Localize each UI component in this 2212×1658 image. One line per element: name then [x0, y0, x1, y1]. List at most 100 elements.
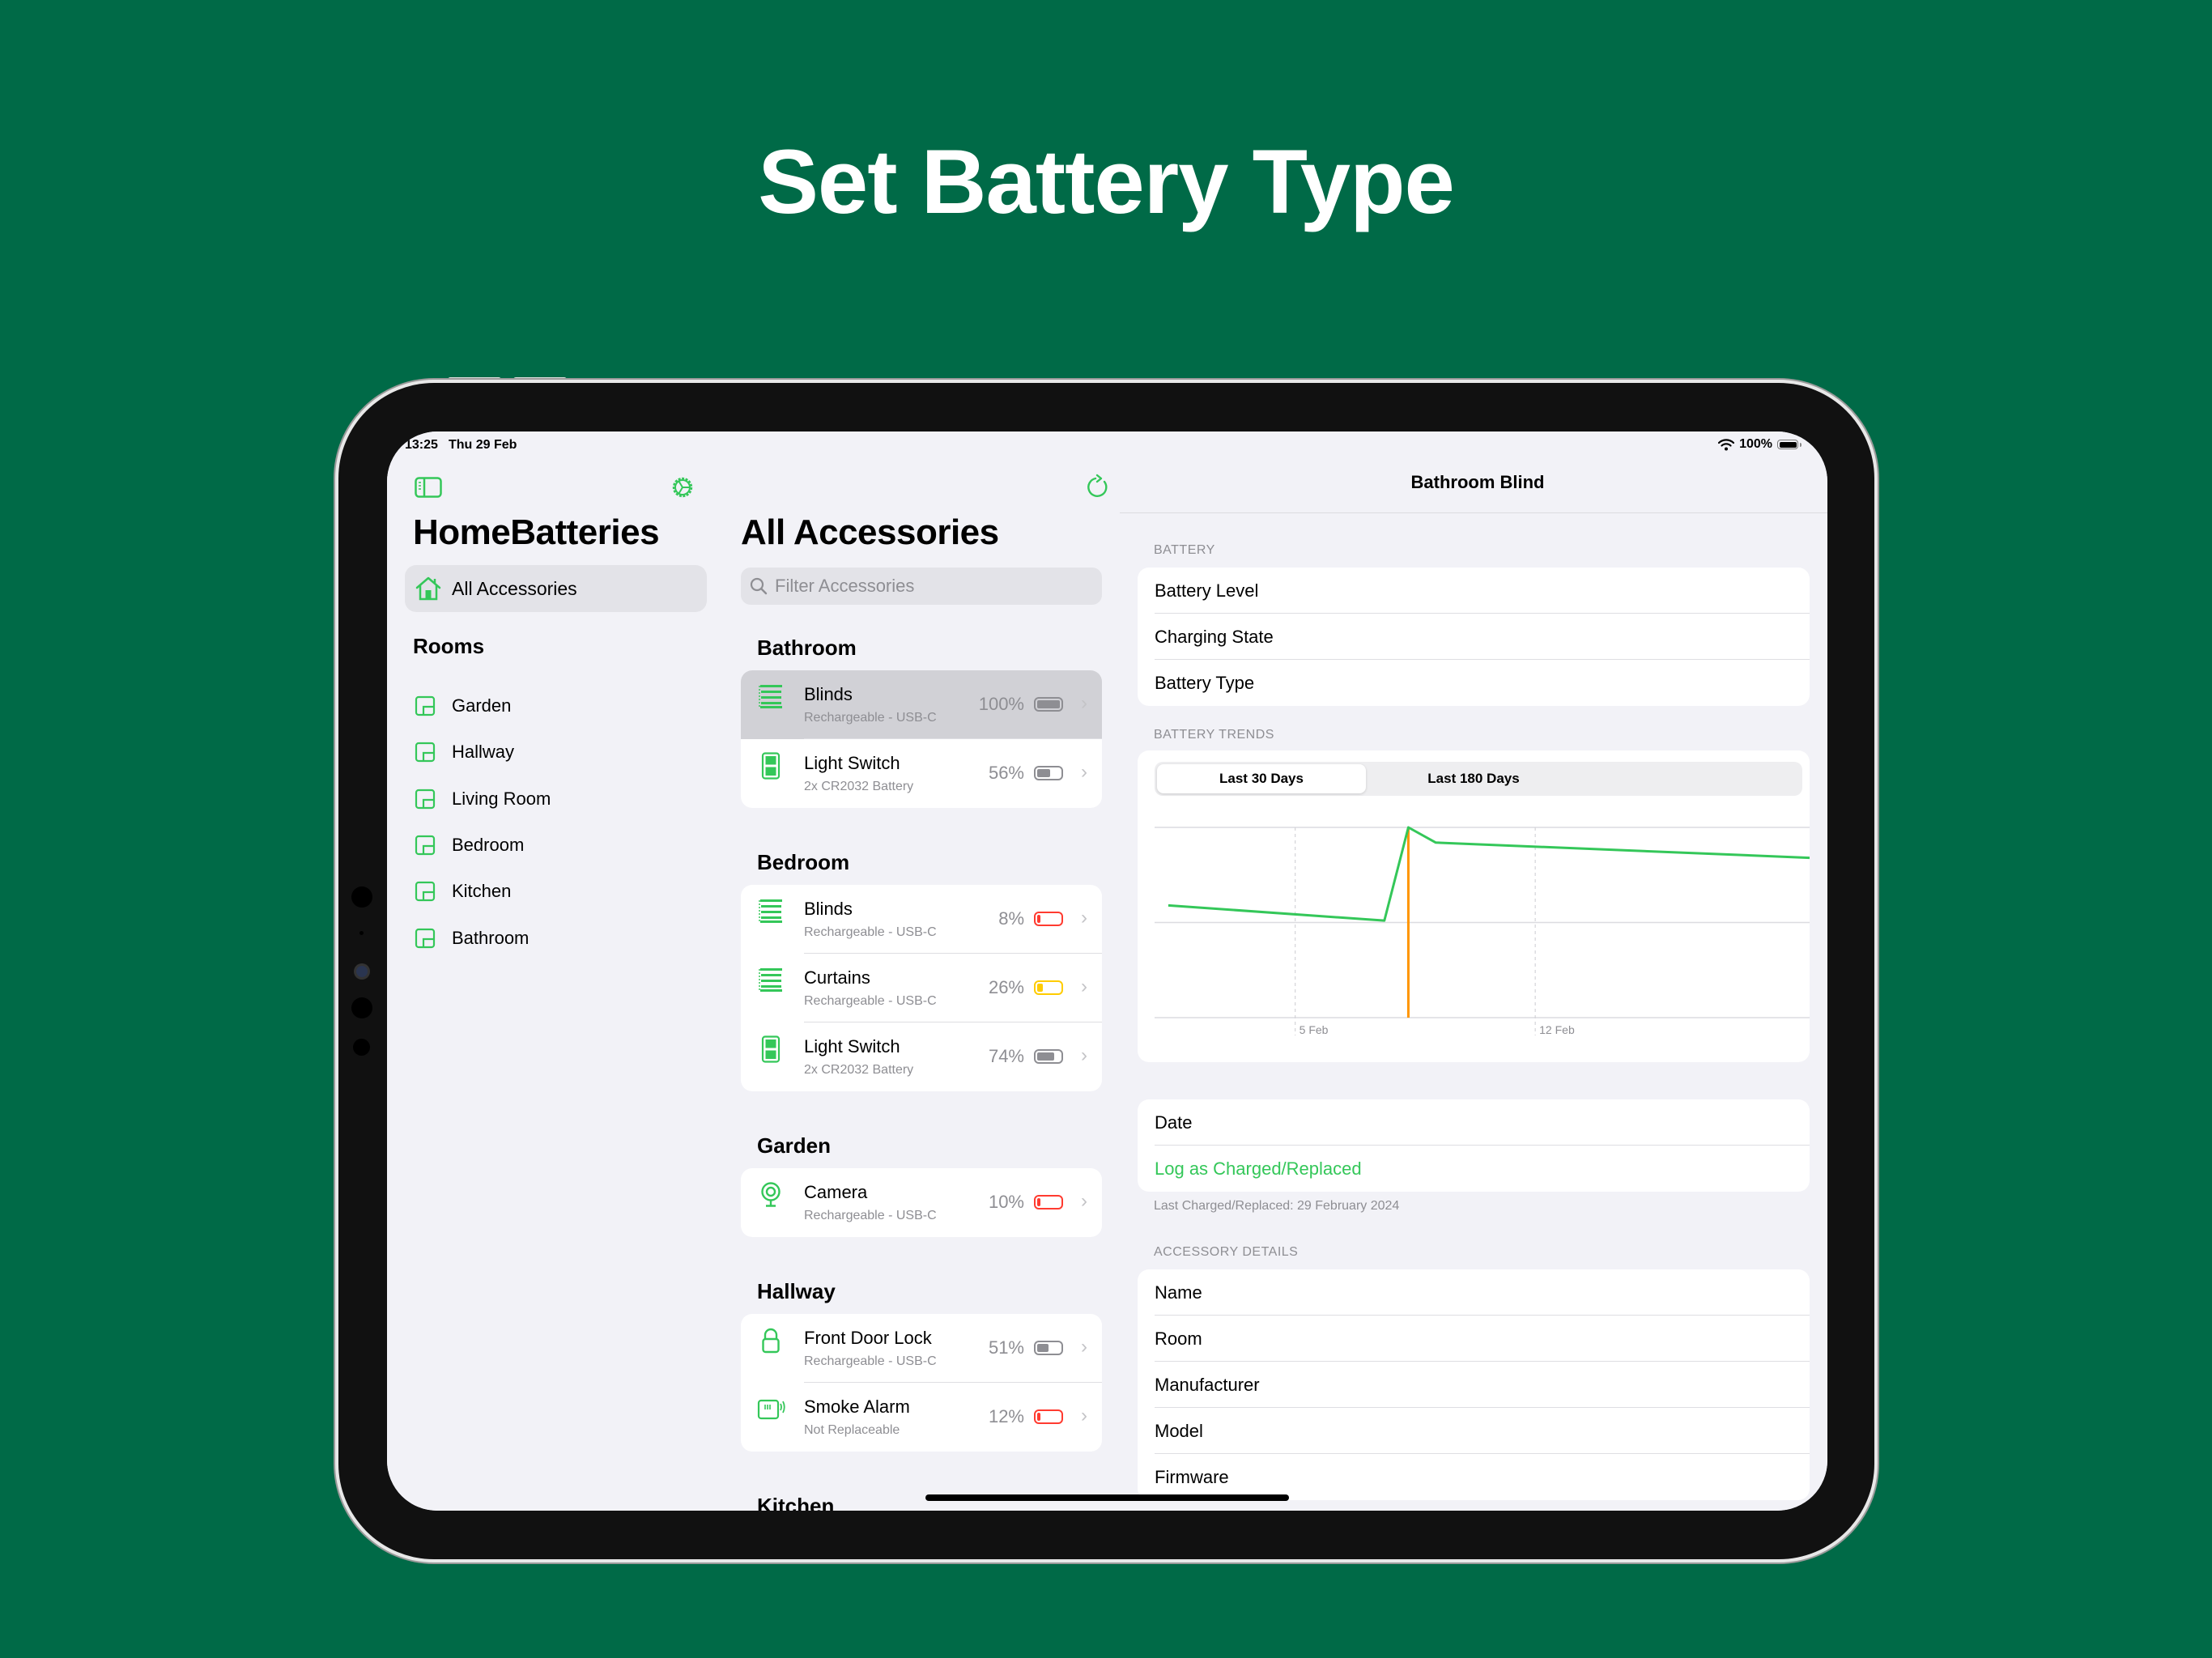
- blinds-icon: [757, 898, 785, 925]
- accessory-battery-type: 2x CR2032 Battery: [804, 1063, 914, 1077]
- sidebar-item-all-accessories[interactable]: All Accessories: [405, 565, 707, 612]
- nav-divider: [1120, 512, 1827, 513]
- sidebar-item-bedroom[interactable]: Bedroom: [415, 829, 524, 861]
- sidebar-item-kitchen[interactable]: Kitchen: [415, 875, 511, 908]
- battery-type-row[interactable]: Battery Type: [1138, 660, 1810, 706]
- accessory-name: Light Switch: [804, 1036, 900, 1056]
- battery-level-row[interactable]: Battery Level: [1138, 568, 1810, 614]
- sidebar-item-label: Bathroom: [452, 927, 530, 948]
- accessory-row[interactable]: Blinds Rechargeable - USB-C 8% ›: [741, 885, 1102, 954]
- rooms-header: Rooms: [413, 634, 485, 658]
- accessory-row[interactable]: Light Switch 2x CR2032 Battery 74% ›: [741, 1022, 1102, 1091]
- battery-level-fill: [1037, 769, 1050, 777]
- blinds-icon: [757, 967, 785, 994]
- accessory-name: Light Switch: [804, 753, 900, 773]
- accessory-name: Camera: [804, 1182, 868, 1202]
- status-time: 13:25: [405, 438, 438, 452]
- battery-percent: 100%: [978, 694, 1024, 714]
- accessory-row[interactable]: Blinds Rechargeable - USB-C 100% ›: [741, 670, 1102, 739]
- battery-card: Battery Level Charging State Battery Typ…: [1138, 568, 1810, 706]
- x-tick-label: 12 Feb: [1539, 1023, 1575, 1036]
- chevron-right-icon: ›: [1081, 761, 1087, 783]
- status-bar: 13:25 Thu 29 Feb 100%: [387, 432, 1827, 464]
- chevron-right-icon: ›: [1081, 907, 1087, 929]
- battery-level-icon: [1034, 1409, 1066, 1424]
- search-input[interactable]: Filter Accessories: [741, 568, 1102, 605]
- manufacturer-row[interactable]: Manufacturer: [1138, 1362, 1810, 1408]
- date-row[interactable]: Date: [1138, 1099, 1810, 1146]
- battery-level-fill: [1037, 915, 1040, 923]
- sidebar-item-label: Garden: [452, 695, 512, 716]
- house-icon: [415, 576, 442, 601]
- accessory-row[interactable]: Camera Rechargeable - USB-C 10% ›: [741, 1168, 1102, 1237]
- room-icon: [415, 881, 436, 902]
- accessory-battery-type: Rechargeable - USB-C: [804, 1354, 937, 1368]
- battery-level-icon: [1034, 1195, 1066, 1209]
- accessory-row[interactable]: Smoke Alarm Not Replaceable 12% ›: [741, 1383, 1102, 1452]
- firmware-row[interactable]: Firmware: [1138, 1454, 1810, 1500]
- status-battery-icon: [1777, 440, 1802, 449]
- blinds-icon: [757, 683, 785, 711]
- battery-level-fill: [1037, 1413, 1040, 1421]
- chevron-right-icon: ›: [1081, 1044, 1087, 1066]
- room-row[interactable]: Room: [1138, 1316, 1810, 1362]
- sidebar-item-label: Bedroom: [452, 834, 525, 855]
- name-row[interactable]: Name: [1138, 1269, 1810, 1316]
- battery-level-fill: [1037, 984, 1044, 992]
- accessory-name: Front Door Lock: [804, 1328, 932, 1348]
- battery-level-fill: [1037, 1052, 1054, 1061]
- battery-percent: 74%: [988, 1046, 1024, 1066]
- front-camera-icon: [356, 966, 368, 977]
- last-charged-footer: Last Charged/Replaced: 29 February 2024: [1154, 1199, 1400, 1213]
- sidebar-item-hallway[interactable]: Hallway: [415, 736, 514, 768]
- battery-level-icon: [1034, 697, 1066, 712]
- battery-section-header: BATTERY: [1154, 543, 1215, 557]
- accessory-battery-type: Rechargeable - USB-C: [804, 994, 937, 1008]
- model-row[interactable]: Model: [1138, 1408, 1810, 1454]
- battery-level-icon: [1034, 912, 1066, 926]
- accessory-row[interactable]: Front Door Lock Rechargeable - USB-C 51% ›: [741, 1314, 1102, 1383]
- search-icon: [750, 577, 768, 595]
- accessory-row[interactable]: Light Switch 2x CR2032 Battery 56% ›: [741, 739, 1102, 808]
- accessory-name: Smoke Alarm: [804, 1397, 910, 1417]
- chevron-right-icon: ›: [1081, 692, 1087, 714]
- volume-up-button: [448, 377, 501, 383]
- log-charged-button[interactable]: Log as Charged/Replaced: [1138, 1146, 1810, 1192]
- battery-percent: 26%: [988, 977, 1024, 997]
- charging-state-row[interactable]: Charging State: [1138, 614, 1810, 660]
- row-label: Charging State: [1155, 626, 1274, 647]
- accessory-row[interactable]: Curtains Rechargeable - USB-C 26% ›: [741, 954, 1102, 1022]
- details-card: Name Room Manufacturer Model Firmware: [1138, 1269, 1810, 1500]
- gear-icon[interactable]: [670, 474, 696, 504]
- battery-level-icon: [1034, 766, 1066, 780]
- nav-title: Bathroom Blind: [1410, 472, 1545, 492]
- battery-percent: 56%: [988, 763, 1024, 783]
- group-header: Hallway: [757, 1279, 836, 1303]
- room-icon: [415, 928, 436, 949]
- row-label: Battery Level: [1155, 580, 1259, 601]
- row-label: Model: [1155, 1420, 1203, 1441]
- status-date: Thu 29 Feb: [449, 438, 517, 452]
- bezel-mic: [359, 931, 364, 935]
- room-icon: [415, 742, 436, 763]
- row-label: Room: [1155, 1328, 1202, 1349]
- volume-down-button: [513, 377, 567, 383]
- accessory-battery-type: 2x CR2032 Battery: [804, 780, 914, 793]
- battery-percent: 10%: [988, 1192, 1024, 1212]
- battery-level-fill: [1037, 700, 1060, 708]
- chevron-right-icon: ›: [1081, 976, 1087, 997]
- row-label: Manufacturer: [1155, 1374, 1260, 1395]
- accessory-battery-type: Rechargeable - USB-C: [804, 925, 937, 939]
- accessories-column: All Accessories Filter Accessories Bathr…: [723, 432, 1454, 1511]
- sidebar-item-bathroom[interactable]: Bathroom: [415, 922, 529, 954]
- refresh-icon[interactable]: [1086, 474, 1110, 504]
- sidebar-item-garden[interactable]: Garden: [415, 690, 511, 722]
- sidebar-item-living-room[interactable]: Living Room: [415, 783, 551, 815]
- battery-level-line: [1168, 826, 1810, 922]
- chevron-right-icon: ›: [1081, 1405, 1087, 1426]
- home-indicator[interactable]: [925, 1494, 1289, 1501]
- sidebar-toggle-icon[interactable]: [415, 477, 442, 502]
- battery-level-fill: [1037, 1344, 1049, 1352]
- battery-percent: 51%: [988, 1337, 1024, 1358]
- battery-level-fill: [1037, 1198, 1040, 1206]
